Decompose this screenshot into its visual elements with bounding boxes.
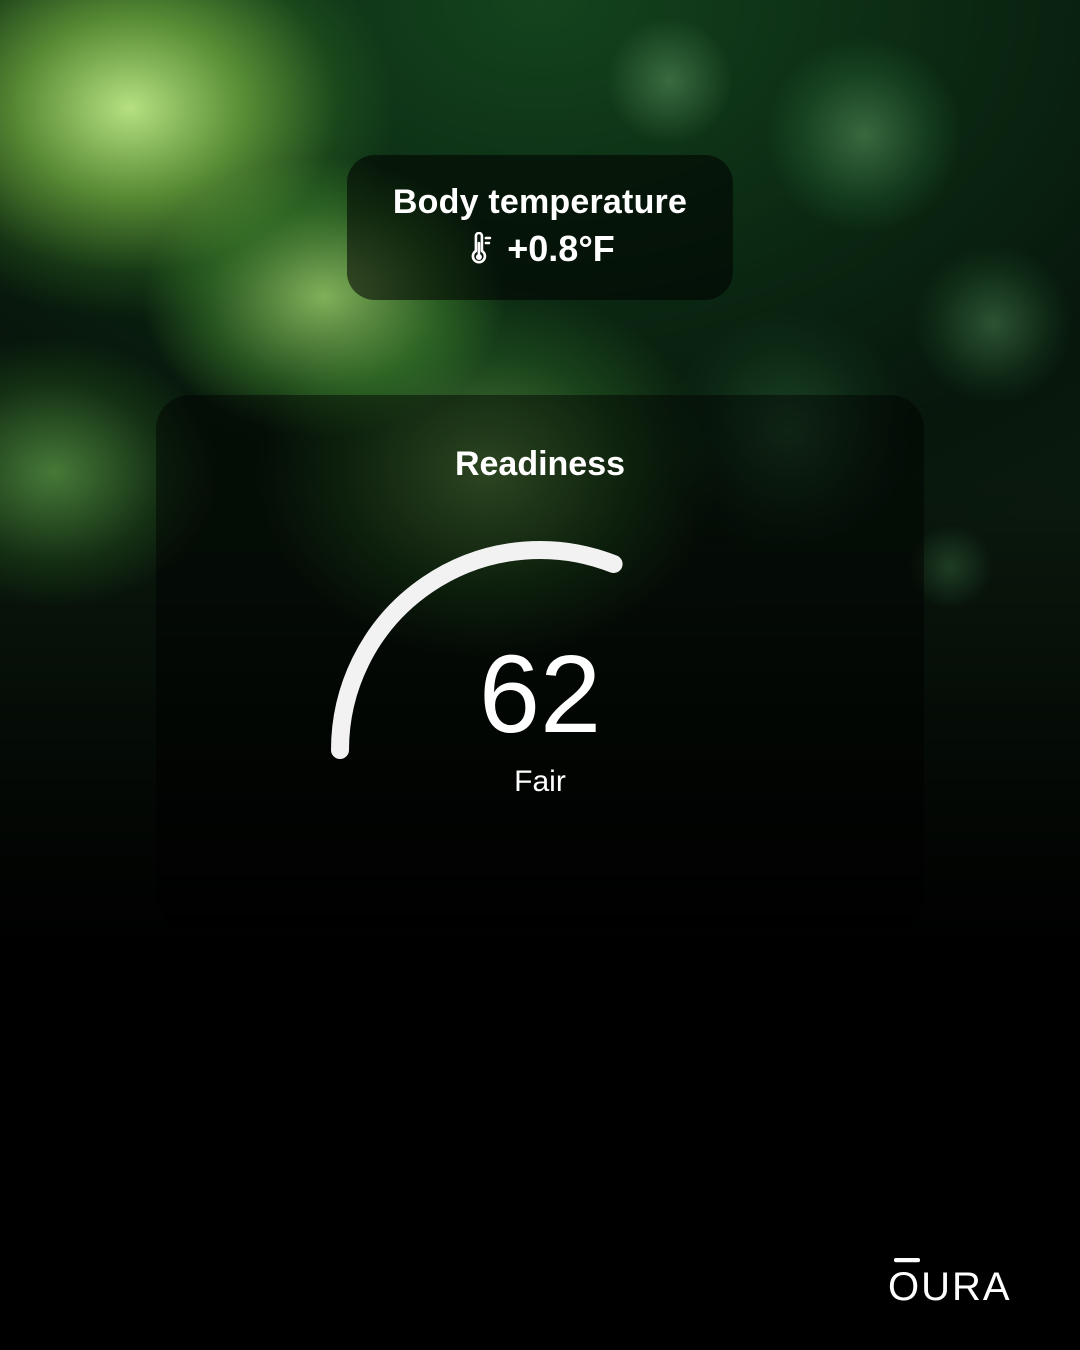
- body-temperature-title: Body temperature: [393, 183, 687, 222]
- body-temperature-row: +0.8°F: [393, 228, 687, 270]
- oura-logo: OURA: [888, 1256, 1038, 1308]
- readiness-title: Readiness: [196, 445, 884, 484]
- thermometer-icon: [465, 232, 493, 266]
- body-temperature-value: +0.8°F: [507, 228, 614, 270]
- body-temperature-card[interactable]: Body temperature +0.8°F: [347, 155, 733, 300]
- readiness-gauge: 62 Fair: [310, 520, 770, 780]
- readiness-card[interactable]: Readiness 62 Fair: [156, 395, 924, 930]
- readiness-score-label: Fair: [310, 765, 770, 799]
- readiness-score-value: 62: [310, 640, 770, 750]
- svg-text:OURA: OURA: [888, 1265, 1012, 1308]
